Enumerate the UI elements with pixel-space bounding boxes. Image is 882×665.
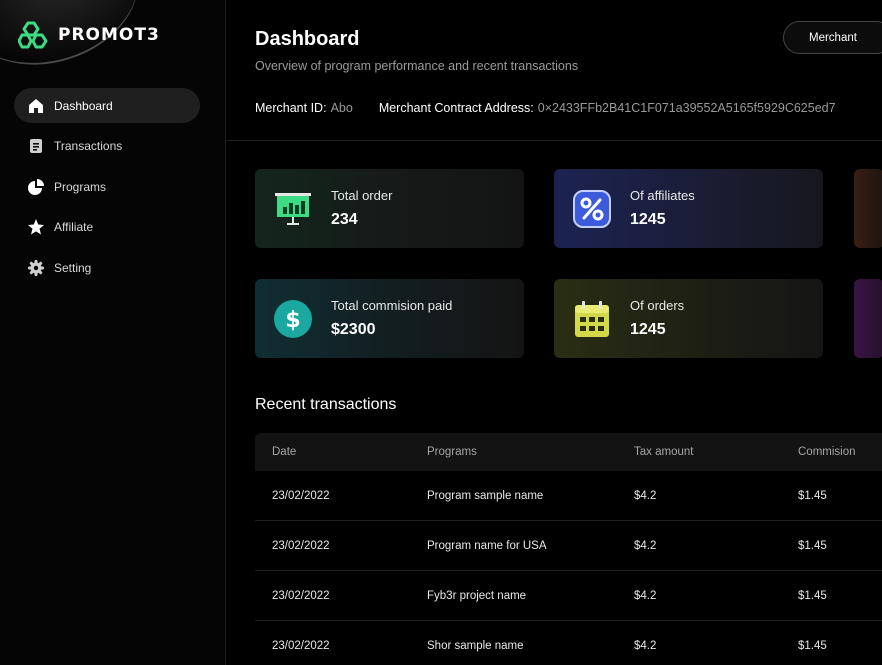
sidebar-item-programs[interactable]: Programs [14, 169, 200, 204]
sidebar-nav: Dashboard Transactions Programs Affiliat… [14, 88, 200, 291]
brand-name: PROMOT3 [58, 25, 160, 45]
merchant-role-button[interactable]: Merchant [783, 21, 882, 54]
sidebar-item-setting[interactable]: Setting [14, 250, 200, 285]
cell-tax: $4.2 [634, 639, 657, 652]
calendar-icon [575, 301, 609, 337]
page-title: Dashboard [255, 28, 360, 50]
sidebar-item-label: Programs [54, 179, 107, 194]
cell-date: 23/02/2022 [272, 489, 330, 502]
dollar-coin-icon: $ [274, 300, 312, 338]
sidebar-item-affiliate[interactable]: Affiliate [14, 210, 200, 245]
sidebar-item-label: Affiliate [54, 220, 94, 234]
merchant-info: Merchant ID: Abo Merchant Contract Address… [255, 101, 836, 115]
divider [226, 140, 882, 141]
stat-card-affiliates[interactable]: Of affiliates 1245 [554, 169, 823, 248]
table-row[interactable]: 23/02/2022 Fyb3r project name $4.2 $1.45 [255, 571, 882, 621]
cell-tax: $4.2 [634, 489, 657, 502]
contract-address-value[interactable]: 0×2433FFb2B41C1F071a39552A5165f5929C625e… [538, 101, 836, 115]
main-content: Dashboard Overview of program performanc… [226, 0, 882, 665]
pie-chart-icon [27, 178, 45, 196]
cell-program: Shor sample name [427, 639, 524, 652]
cell-tax: $4.2 [634, 589, 657, 602]
merchant-id-value: Abo [330, 101, 353, 115]
table-row[interactable]: 23/02/2022 Shor sample name $4.2 $1.45 [255, 621, 882, 665]
sidebar-item-transactions[interactable]: Transactions [14, 129, 200, 164]
table-header: Date Programs Tax amount Commision [255, 433, 882, 471]
stat-label: Total order [331, 188, 393, 203]
cell-date: 23/02/2022 [272, 639, 330, 652]
sidebar-item-label: Dashboard [54, 98, 113, 113]
percent-icon [573, 190, 611, 228]
merchant-id-label: Merchant ID: [255, 101, 327, 115]
cell-commission: $1.45 [798, 539, 827, 552]
cell-program: Program sample name [427, 489, 544, 502]
table-row[interactable]: 23/02/2022 Program name for USA $4.2 $1.… [255, 521, 882, 571]
cell-date: 23/02/2022 [272, 539, 330, 552]
section-title: Recent transactions [255, 396, 397, 413]
table-row[interactable]: 23/02/2022 Program sample name $4.2 $1.4… [255, 471, 882, 521]
stat-card-partial[interactable] [854, 279, 882, 358]
cell-tax: $4.2 [634, 539, 657, 552]
contract-address-label: Merchant Contract Address: [378, 101, 534, 115]
cell-commission: $1.45 [798, 489, 827, 502]
stat-value: 1245 [630, 321, 666, 338]
stat-value: $2300 [331, 321, 376, 338]
document-icon [27, 137, 45, 155]
sidebar-item-dashboard[interactable]: Dashboard [14, 88, 200, 123]
cell-date: 23/02/2022 [272, 589, 330, 602]
stat-card-commission[interactable]: $ Total commision paid $2300 [255, 279, 524, 358]
column-header[interactable]: Tax amount [617, 433, 781, 471]
star-icon [27, 218, 45, 236]
page-subtitle: Overview of program performance and rece… [255, 59, 579, 73]
svg-text:$: $ [285, 308, 300, 333]
sidebar-item-label: Setting [54, 260, 92, 275]
logo-icon [18, 21, 48, 49]
column-header[interactable]: Programs [410, 433, 617, 471]
cell-program: Program name for USA [427, 539, 547, 552]
stat-label: Of affiliates [630, 188, 695, 203]
sidebar: PROMOT3 Dashboard Transactions Programs … [0, 0, 226, 665]
transactions-table: Date Programs Tax amount Commision 23/02… [255, 433, 882, 665]
stat-label: Total commision paid [331, 298, 453, 313]
cell-commission: $1.45 [798, 589, 827, 602]
column-header[interactable]: Date [255, 433, 410, 471]
sidebar-item-label: Transactions [54, 139, 123, 153]
stat-label: Of orders [630, 298, 685, 313]
cell-commission: $1.45 [798, 639, 827, 652]
stat-card-total-order[interactable]: Total order 234 [255, 169, 524, 248]
column-header[interactable]: Commision [781, 433, 882, 471]
cell-program: Fyb3r project name [427, 589, 527, 602]
stat-value: 234 [331, 211, 358, 228]
gear-icon [27, 259, 45, 277]
logo[interactable]: PROMOT3 [18, 20, 160, 50]
stat-value: 1245 [630, 211, 666, 228]
stat-card-orders[interactable]: Of orders 1245 [554, 279, 823, 358]
presentation-chart-icon [275, 193, 311, 225]
stat-card-partial[interactable] [854, 169, 882, 248]
home-icon [27, 97, 45, 115]
